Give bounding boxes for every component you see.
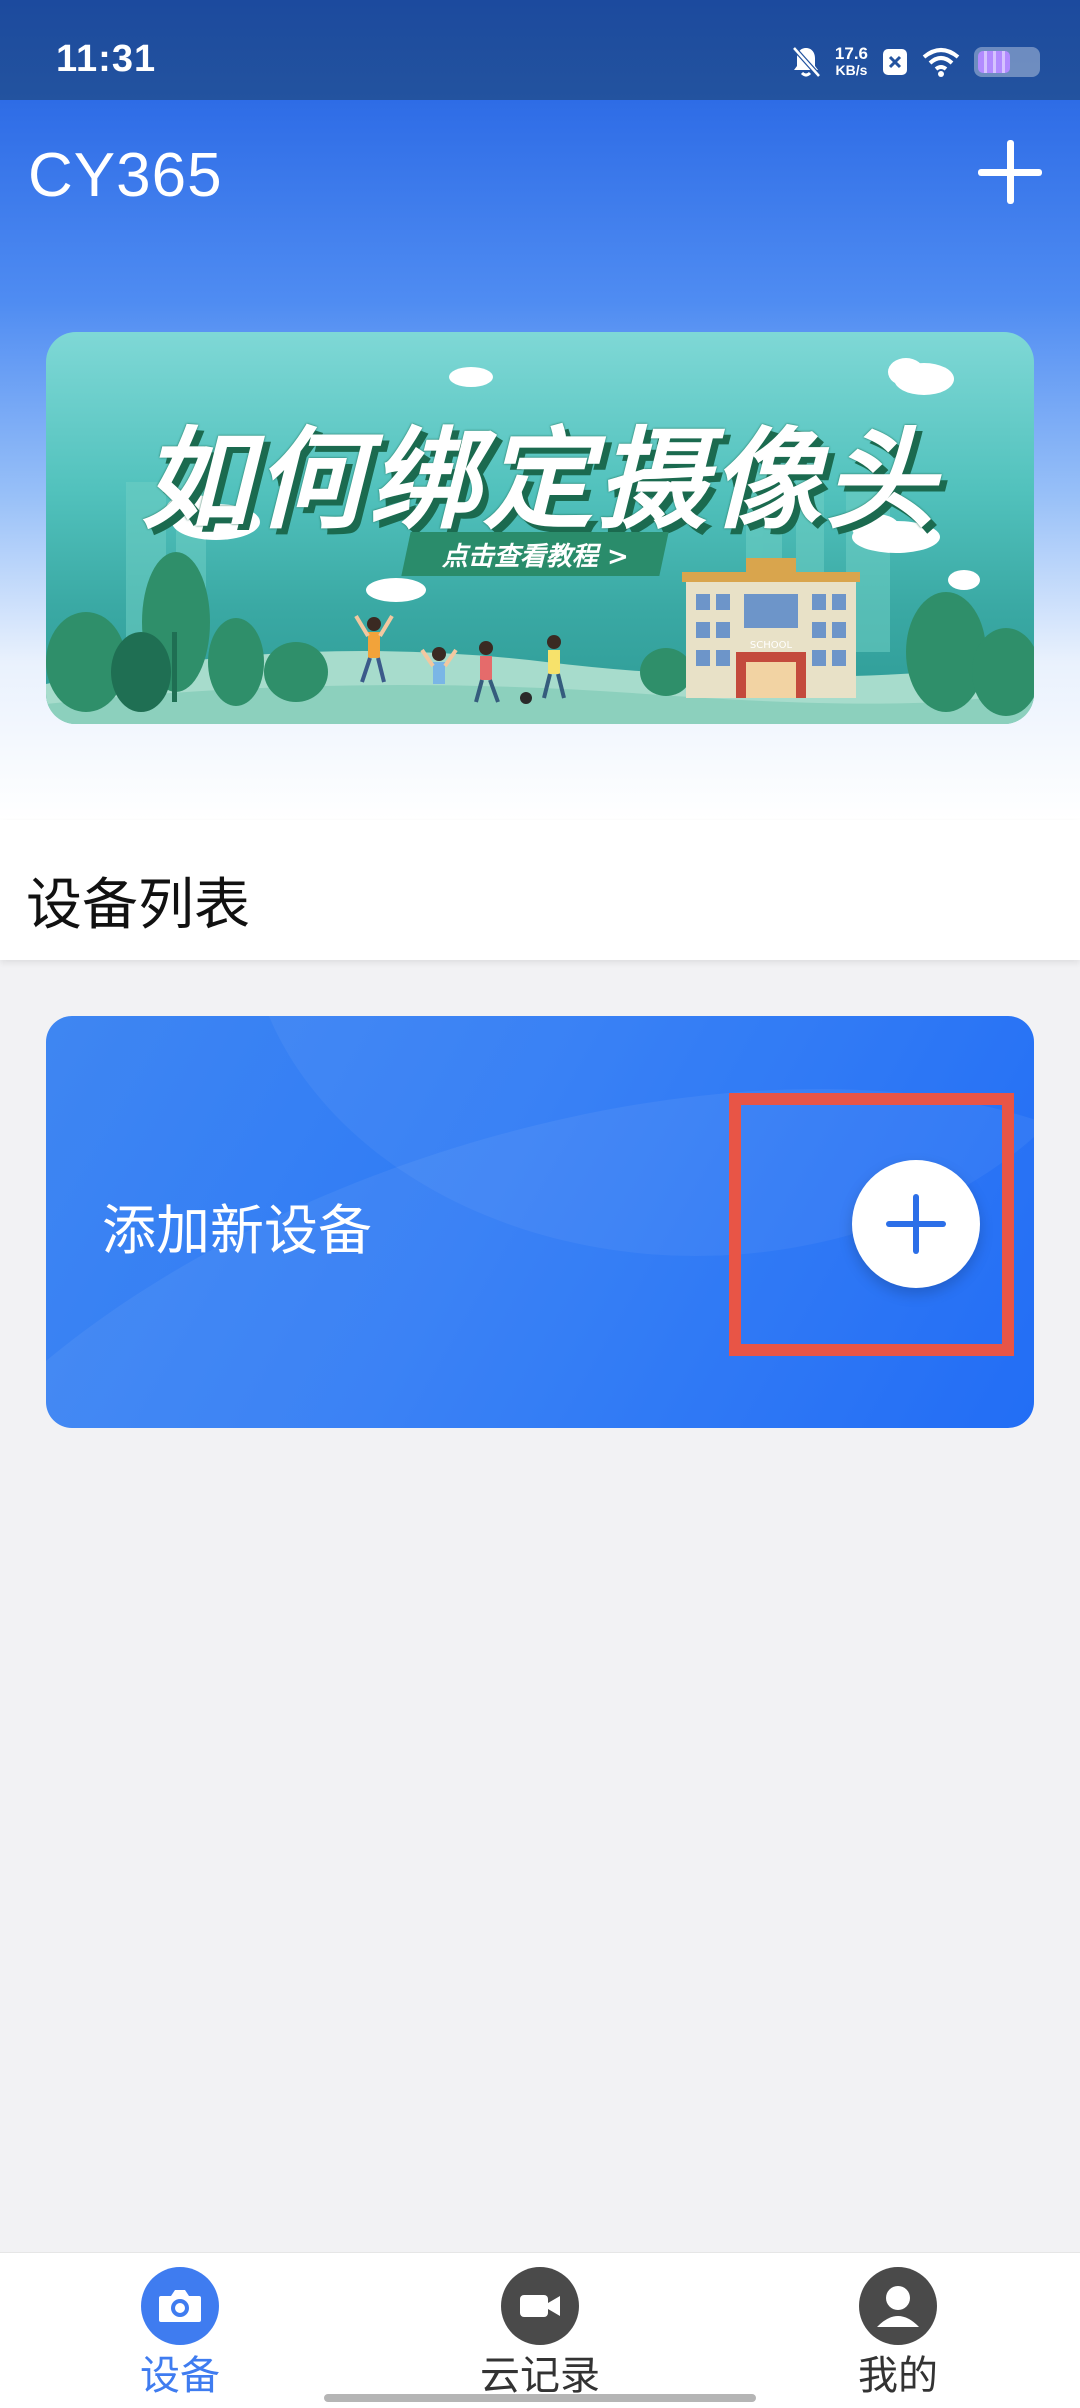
status-time: 11:31 [56,38,157,80]
device-list-header: 设备列表 [0,820,1080,960]
notification-x-icon [882,48,908,76]
battery-icon [974,47,1040,77]
school-sign: SCHOOL [750,640,793,651]
plus-circle-icon[interactable] [852,1160,980,1288]
nav-item-devices[interactable]: 设备 [80,2267,280,2399]
network-speed: 17.6 KB/s [834,44,868,78]
app-title: CY365 [28,141,223,210]
video-camera-icon [501,2267,579,2345]
home-indicator[interactable] [324,2394,756,2402]
bell-muted-icon [791,45,821,79]
user-icon [859,2267,937,2345]
tutorial-banner[interactable]: SCHOOL 如何绑定摄像头 点击查看教程 > [46,332,1034,724]
nav-label: 云记录 [480,2353,600,2399]
bottom-nav: 设备 云记录 我的 [0,2252,1080,2408]
banner-cta-label: 点击查看教程 > [441,541,629,572]
nav-label: 设备 [140,2353,220,2399]
add-device-label: 添加新设备 [102,1199,372,1262]
camera-icon [141,2267,219,2345]
nav-label: 我的 [858,2353,938,2399]
nav-item-mine[interactable]: 我的 [798,2267,998,2399]
status-icons: 17.6 KB/s [791,40,1040,84]
banner-headline: 如何绑定摄像头 [141,416,939,544]
banner-cta-button[interactable]: 点击查看教程 > [401,532,669,576]
section-title: 设备列表 [26,873,250,938]
plus-icon[interactable] [978,140,1042,204]
nav-item-cloud-records[interactable]: 云记录 [440,2267,640,2399]
add-device-card[interactable]: 添加新设备 [46,1016,1034,1428]
battery-level [978,51,1010,73]
wifi-icon [922,47,960,77]
status-bar: 11:31 17.6 KB/s [0,0,1080,100]
